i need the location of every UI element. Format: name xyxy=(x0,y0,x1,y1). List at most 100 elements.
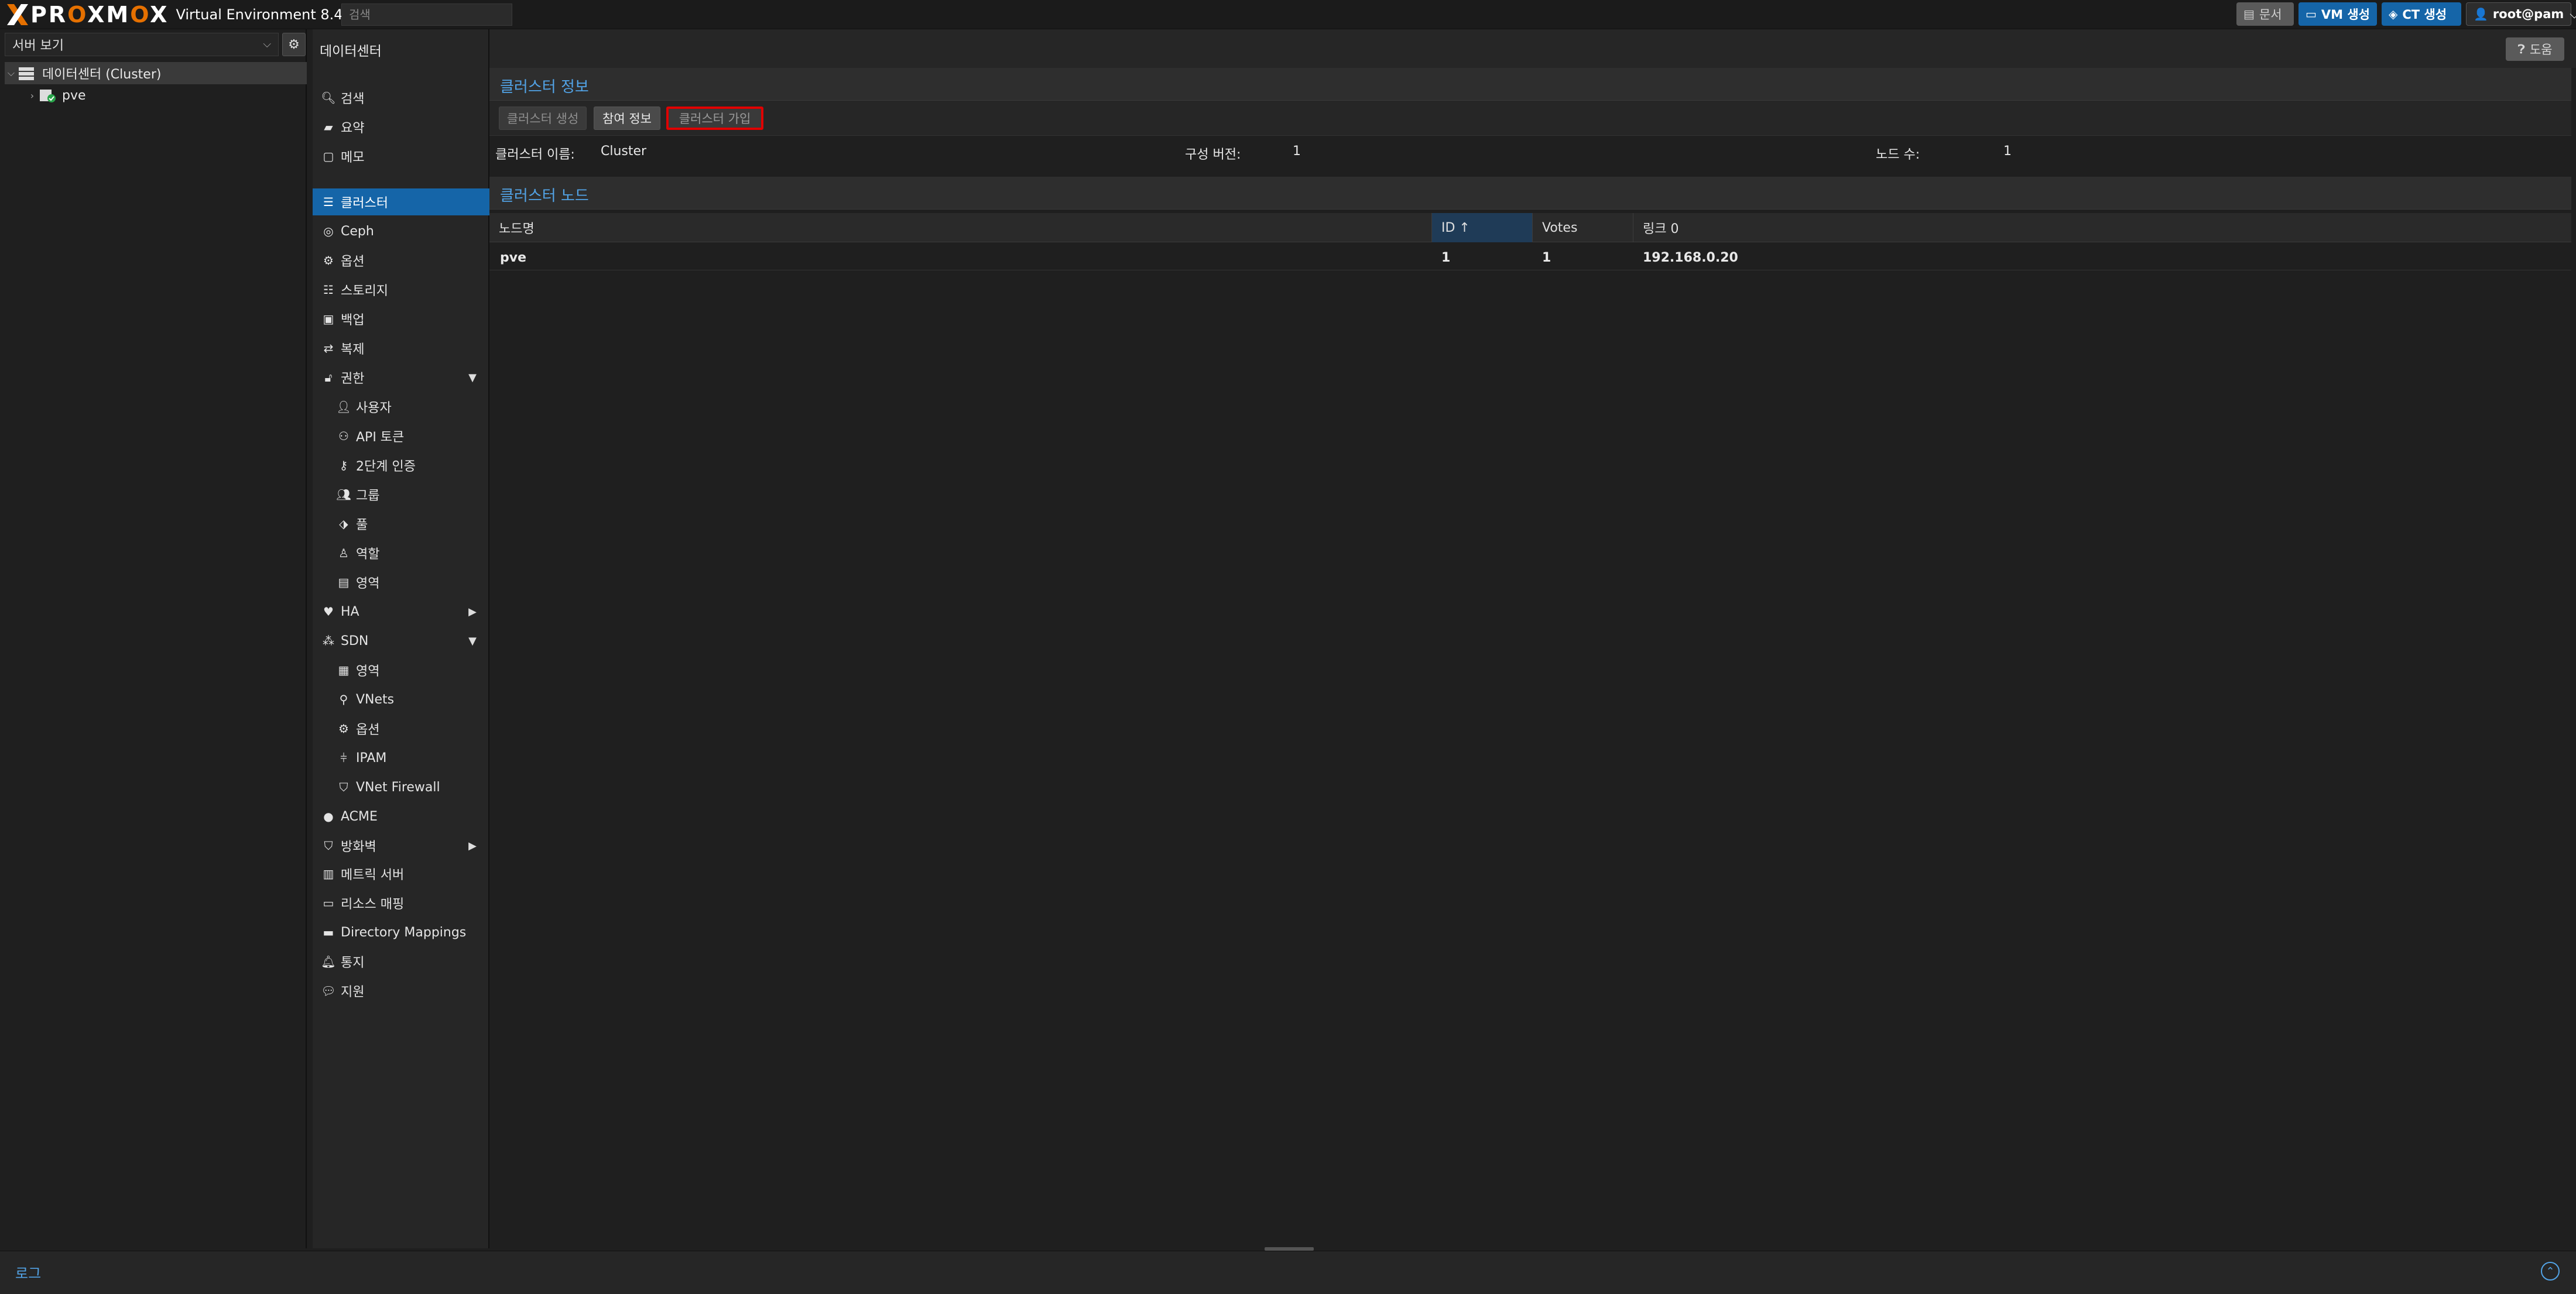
chevron-up-icon[interactable]: ⌃ xyxy=(2541,1262,2560,1281)
join-information-button[interactable]: 참여 정보 xyxy=(594,107,660,130)
user-menu-button[interactable]: 👤 root@pam ⌵ xyxy=(2466,2,2576,26)
cluster-name-label: 클러스터 이름: xyxy=(495,147,575,162)
user-outline-icon: ⚇ xyxy=(338,429,349,443)
cell-link0: 192.168.0.20 xyxy=(1643,250,1738,265)
cube-icon: ◈ xyxy=(2389,7,2398,21)
comments-icon: 💬︎ xyxy=(321,984,336,998)
nav-item-directory-mappings[interactable]: ▬ Directory Mappings xyxy=(313,919,489,946)
nav-item-users[interactable]: 👤︎ 사용자 xyxy=(313,393,489,420)
floppy-icon: ▣ xyxy=(323,312,334,326)
folder-icon: ▬ xyxy=(323,925,334,939)
user-icon: 👤︎ xyxy=(336,400,351,414)
cluster-icon: ☰ xyxy=(323,195,334,209)
nav-item-support[interactable]: 💬︎ 지원 xyxy=(313,977,489,1004)
nav-item-storage[interactable]: ☷ 스토리지 xyxy=(313,276,489,303)
nav-item-vnets[interactable]: ⚲ VNets xyxy=(313,686,489,713)
tags-icon: ⬗ xyxy=(339,517,348,531)
nav-item-tfa[interactable]: ⚷ 2단계 인증 xyxy=(313,452,489,479)
desktop-icon: ▭ xyxy=(2306,7,2317,21)
nav-item-notifications[interactable]: 🔔︎ 통지 xyxy=(313,948,489,975)
nav-item-metric-server[interactable]: ▥ 메트릭 서버 xyxy=(313,860,489,887)
nav-item-search[interactable]: 🔍︎ 검색 xyxy=(313,84,489,111)
cluster-toolbar: 클러스터 생성 참여 정보 클러스터 가입 xyxy=(489,101,2571,136)
cluster-nodes-header: 클러스터 노드 xyxy=(489,177,2571,210)
join-cluster-button[interactable]: 클러스터 가입 xyxy=(666,107,763,130)
caret-down-icon: ▼ xyxy=(468,634,477,647)
chevron-down-icon: ⌵ xyxy=(263,38,271,50)
cluster-nodes-title: 클러스터 노드 xyxy=(500,187,589,205)
main-header: ❓︎ 도움 xyxy=(489,29,2576,68)
nodes-grid-header: 노드명 ID ↑ Votes 링크 0 xyxy=(489,213,2571,242)
column-header-link0[interactable]: 링크 0 xyxy=(1633,213,2571,242)
nav-item-acme[interactable]: ● ACME xyxy=(313,803,489,830)
search-input[interactable] xyxy=(341,4,512,26)
create-vm-button[interactable]: ▭ VM 생성 xyxy=(2298,2,2377,26)
nav-item-ipam[interactable]: ⫩ IPAM xyxy=(313,744,489,771)
nav-item-resource-mappings[interactable]: ▭ 리소스 매핑 xyxy=(313,890,489,917)
create-cluster-button[interactable]: 클러스터 생성 xyxy=(499,107,587,130)
ipam-icon: ⫩ xyxy=(340,751,347,765)
nav-item-notes[interactable]: ▢ 메모 xyxy=(313,143,489,170)
nav-item-realms[interactable]: ▤ 영역 xyxy=(313,569,489,596)
cluster-info-header: 클러스터 정보 xyxy=(489,68,2571,101)
cell-votes: 1 xyxy=(1542,250,1551,265)
view-select[interactable]: 서버 보기 ⌵ xyxy=(5,33,279,56)
nav-item-sdn-options[interactable]: ⚙ 옵션 xyxy=(313,715,489,742)
users-icon: 👥︎ xyxy=(336,488,351,502)
docs-button[interactable]: ▤ 문서 xyxy=(2236,2,2294,26)
cell-nodename: pve xyxy=(500,250,527,265)
tree-item-datacenter[interactable]: ⌵ 데이터센터 (Cluster) xyxy=(5,62,307,84)
nav-item-summary[interactable]: ▰ 요약 xyxy=(313,114,489,140)
nav-item-backup[interactable]: ▣ 백업 xyxy=(313,306,489,332)
nav-item-sdn[interactable]: ⁂ SDN ▼ xyxy=(313,627,489,654)
nav-item-sdn-zones[interactable]: ▦ 영역 xyxy=(313,657,489,684)
caret-right-icon: ▶ xyxy=(468,605,477,618)
nav-item-options[interactable]: ⚙ 옵션 xyxy=(313,247,489,274)
collapse-icon[interactable]: ⌵ xyxy=(5,67,18,79)
gear-icon: ⚙ xyxy=(323,253,334,267)
certificate-icon: ● xyxy=(323,809,334,823)
tree-item-node-pve[interactable]: › pve xyxy=(5,84,307,107)
nav-item-groups[interactable]: 👥︎ 그룹 xyxy=(313,481,489,508)
nav-item-ha[interactable]: ♥ HA ▶ xyxy=(313,598,489,625)
nav-item-roles[interactable]: ♙ 역할 xyxy=(313,540,489,567)
datacenter-icon xyxy=(18,66,35,80)
cluster-name-value: Cluster xyxy=(601,144,647,159)
resource-tree-panel: 서버 보기 ⌵ ⚙ ⌵ 데이터센터 (Cluster) › pve xyxy=(5,29,307,1248)
table-row[interactable]: pve 1 1 192.168.0.20 xyxy=(489,243,2571,270)
datacenter-nav-panel: 데이터센터 🔍︎ 검색 ▰ 요약 ▢ 메모 ☰ 클러스터 ◎ Ceph ⚙ 옵션 ☷ 스토리지… xyxy=(313,29,489,1248)
expand-icon[interactable]: › xyxy=(26,90,39,101)
user-icon: 👤 xyxy=(2474,7,2488,21)
top-bar: PROXMOX Virtual Environment 8.4.1 ▤문서 ▭V… xyxy=(0,0,2576,29)
chevron-down-icon: ⌵ xyxy=(2570,6,2576,21)
server-online-icon xyxy=(39,87,56,104)
column-header-votes[interactable]: Votes xyxy=(1533,213,1633,242)
database-icon: ☷ xyxy=(323,283,334,297)
gear-icon: ⚙ xyxy=(338,722,349,736)
nav-item-firewall[interactable]: ⛉ 방화벽 ▶ xyxy=(313,832,489,859)
cell-id: 1 xyxy=(1441,250,1451,265)
address-book-icon: ▤ xyxy=(338,575,350,589)
nav-item-replication[interactable]: ⇄ 복제 xyxy=(313,335,489,362)
log-title[interactable]: 로그 xyxy=(15,1262,41,1282)
nav-item-permissions[interactable]: 🔓︎ 권한 ▼ xyxy=(313,364,489,391)
nodes-count-label: 노드 수: xyxy=(1876,147,1920,162)
gear-icon[interactable]: ⚙ xyxy=(282,33,306,56)
nav-item-cluster[interactable]: ☰ 클러스터 xyxy=(313,188,489,215)
nav-item-pools[interactable]: ⬗ 풀 xyxy=(313,510,489,537)
create-ct-button[interactable]: ◈ CT 생성 xyxy=(2382,2,2461,26)
help-button[interactable]: ❓︎ 도움 xyxy=(2506,37,2564,61)
bar-chart-icon: ▥ xyxy=(323,867,334,881)
column-header-id[interactable]: ID ↑ xyxy=(1432,213,1533,242)
book-icon: ▰ xyxy=(324,120,333,134)
column-header-nodename[interactable]: 노드명 xyxy=(489,213,1432,242)
nav-item-vnet-firewall[interactable]: ⛉ VNet Firewall xyxy=(313,774,489,801)
config-version-value: 1 xyxy=(1293,144,1301,159)
nav-item-ceph[interactable]: ◎ Ceph xyxy=(313,218,489,245)
nav-item-api-tokens[interactable]: ⚇ API 토큰 xyxy=(313,423,489,449)
question-icon: ❓︎ xyxy=(2517,42,2525,56)
sdn-icon: ⁂ xyxy=(323,634,334,648)
book-icon: ▤ xyxy=(2243,7,2255,21)
nodes-count-value: 1 xyxy=(2003,144,2012,159)
proxmox-logo[interactable]: PROXMOX Virtual Environment 8.4.1 xyxy=(6,2,356,28)
